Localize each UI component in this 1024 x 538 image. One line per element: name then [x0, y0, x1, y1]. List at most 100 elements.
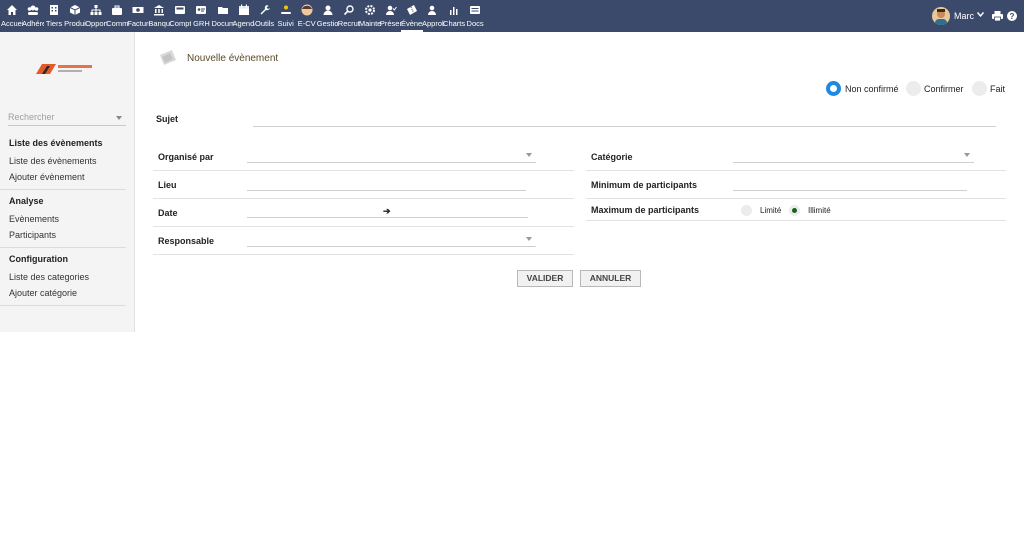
ticket-icon [160, 50, 176, 65]
max-unlimited-radio[interactable] [789, 205, 800, 216]
nav-label: Présences [379, 19, 402, 28]
sidebar-item-add-category[interactable]: Ajouter catégorie [9, 288, 77, 298]
svg-text:?: ? [1010, 12, 1015, 21]
sidebar-item-participants[interactable]: Participants [9, 230, 56, 240]
responsible-select[interactable] [247, 233, 536, 247]
nav-item-9[interactable]: GRH [190, 0, 212, 32]
subject-input[interactable] [253, 112, 996, 127]
organizer-select[interactable] [247, 149, 536, 163]
nav-item-22[interactable]: Docs [464, 0, 486, 32]
nav-item-21[interactable]: Charts [443, 0, 465, 32]
help-icon[interactable]: ? [1007, 11, 1017, 21]
sidebar-section-config-title: Configuration [9, 254, 68, 264]
nav-item-17[interactable]: Maintenance [359, 0, 381, 32]
nav-item-5[interactable]: Commercial [106, 0, 128, 32]
nav-item-4[interactable]: Opportunités [85, 0, 107, 32]
cancel-button[interactable]: ANNULER [580, 270, 641, 287]
nav-label: Opportunités [85, 19, 108, 28]
chevron-down-icon [964, 153, 970, 157]
nav-label: Documents [211, 19, 234, 28]
sidebar-item-event-list[interactable]: Liste des évènements [9, 156, 97, 166]
sidebar-divider [0, 305, 126, 306]
home-icon [7, 5, 17, 15]
printer-icon[interactable] [992, 11, 1003, 21]
responsible-label: Responsable [158, 236, 215, 246]
nav-item-6[interactable]: Factures [127, 0, 149, 32]
location-label: Lieu [158, 180, 177, 190]
nav-item-8[interactable]: Comptabilité [169, 0, 191, 32]
min-participants-input[interactable] [733, 177, 967, 191]
top-navigation-bar: AccueilAdhérentsTiersProduitsOpportunité… [0, 0, 1024, 32]
calendar-icon [238, 4, 249, 15]
nav-item-3[interactable]: Produits [64, 0, 86, 32]
sidebar-divider [0, 247, 126, 248]
nav-label: Gestion [316, 19, 339, 28]
row-responsable: Responsable [153, 227, 574, 255]
hand-coin-icon [280, 5, 291, 14]
face-icon [301, 4, 313, 16]
sidebar-item-add-event[interactable]: Ajouter évènement [9, 172, 85, 182]
chart-icon [450, 7, 458, 15]
row-organise-par: Organisé par [153, 143, 574, 171]
status-radio-non-confirme[interactable] [826, 81, 841, 96]
nav-label: Factures [127, 19, 149, 28]
sitemap-icon [90, 5, 102, 15]
sidebar-item-category-list[interactable]: Liste des categories [9, 272, 89, 282]
date-end-input[interactable] [393, 204, 528, 218]
nav-label: Adhérents [22, 19, 44, 28]
briefcase-icon [112, 5, 123, 15]
nav-item-10[interactable]: Documents [212, 0, 234, 32]
nav-label: Commercial [106, 19, 129, 28]
nav-item-12[interactable]: Outils [254, 0, 276, 32]
members-icon [27, 5, 39, 15]
company-logo [36, 64, 92, 74]
sidebar-item-events-analysis[interactable]: Evènements [9, 214, 59, 224]
sidebar-search-input[interactable]: Rechercher [8, 112, 126, 126]
nav-label: Charts [443, 19, 466, 28]
nav-item-2[interactable]: Tiers [43, 0, 65, 32]
calculator-icon [175, 6, 186, 14]
ticket-icon [406, 5, 417, 15]
nav-label: Recrutement [337, 19, 360, 28]
category-label: Catégorie [591, 152, 633, 162]
date-start-input[interactable] [247, 204, 393, 218]
status-radio-confirmer[interactable] [906, 81, 921, 96]
gear-icon [364, 5, 375, 15]
nav-item-15[interactable]: Gestion [317, 0, 339, 32]
nav-item-7[interactable]: Banque [148, 0, 170, 32]
nav-item-16[interactable]: Recrutement [338, 0, 360, 32]
chevron-down-icon [116, 116, 122, 120]
nav-item-13[interactable]: Suivi [275, 0, 297, 32]
min-participants-label: Minimum de participants [591, 180, 698, 190]
arrow-right-icon: ➔ [383, 206, 391, 216]
status-label-fait: Fait [990, 84, 1006, 94]
date-label: Date [158, 208, 178, 218]
page-title: Nouvelle évènement [187, 53, 279, 64]
search-placeholder: Rechercher [8, 112, 55, 122]
nav-item-20[interactable]: Approbations [422, 0, 444, 32]
category-select[interactable] [733, 149, 974, 163]
row-categorie: Catégorie [586, 143, 1006, 171]
row-date: Date ➔ [153, 199, 574, 227]
location-input[interactable] [247, 177, 526, 191]
nav-item-18[interactable]: Présences [380, 0, 402, 32]
chevron-down-icon [526, 153, 532, 157]
chevron-down-icon[interactable] [977, 12, 984, 17]
user-name[interactable]: Marc [954, 11, 974, 21]
nav-label: Maintenance [358, 19, 381, 28]
db-icon [470, 6, 481, 14]
money-icon [132, 7, 144, 13]
avatar[interactable] [932, 7, 950, 25]
nav-item-1[interactable]: Adhérents [22, 0, 44, 32]
nav-label: E-CV [297, 19, 316, 28]
status-radio-fait[interactable] [972, 81, 987, 96]
validate-button[interactable]: VALIDER [517, 270, 573, 287]
nav-label: Agenda [232, 19, 255, 28]
nav-item-19[interactable]: Évènements [400, 0, 423, 32]
nav-item-11[interactable]: Agenda [233, 0, 255, 32]
nav-item-0[interactable]: Accueil [1, 0, 23, 32]
nav-item-14[interactable]: E-CV [296, 0, 318, 32]
nav-label: GRH [193, 19, 210, 28]
max-limited-radio[interactable] [741, 205, 752, 216]
cube-icon [69, 5, 81, 15]
